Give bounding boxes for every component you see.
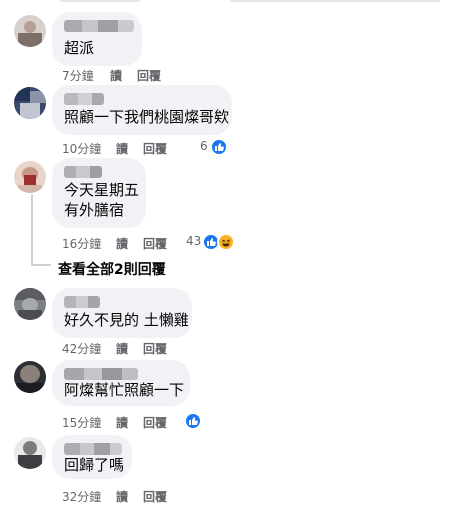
avatar[interactable]: [14, 437, 46, 469]
comment-bubble: 阿燦幫忙照顧一下: [52, 360, 190, 406]
comment-item: 阿燦幫忙照顧一下 15分鐘 讀 回覆: [0, 360, 474, 432]
haha-reaction-icon: [217, 233, 235, 251]
comment-meta: 15分鐘 讀 回覆: [62, 414, 187, 430]
comment-meta: 7分鐘 讀 回覆: [62, 67, 182, 83]
comment-text: 超派: [64, 39, 95, 57]
timestamp[interactable]: 15分鐘: [62, 414, 101, 431]
like-button[interactable]: 讀: [116, 140, 128, 157]
author-name-blurred[interactable]: [64, 368, 138, 380]
reply-button[interactable]: 回覆: [143, 340, 167, 357]
timestamp[interactable]: 42分鐘: [62, 340, 101, 357]
comment-meta: 16分鐘 讀 回覆: [62, 235, 187, 251]
avatar[interactable]: [14, 361, 46, 393]
comment-bubble: 回歸了嗎: [52, 435, 132, 479]
comment-bubble: 今天星期五 有外膳宿: [52, 158, 146, 228]
reply-button[interactable]: 回覆: [143, 414, 167, 431]
reaction-count: 6: [200, 139, 208, 153]
comment-bubble: 照顧一下我們桃園燦哥欸: [52, 85, 232, 135]
timestamp[interactable]: 32分鐘: [62, 488, 101, 505]
reaction-summary[interactable]: 43: [186, 233, 242, 251]
reaction-summary[interactable]: [184, 412, 204, 430]
reply-button[interactable]: 回覆: [143, 235, 167, 252]
view-all-replies-link[interactable]: 查看全部2則回覆: [58, 259, 166, 279]
avatar[interactable]: [14, 161, 46, 193]
comment-text: 照顧一下我們桃園燦哥欸: [64, 108, 230, 126]
comment-item: 好久不見的 土懶雞 42分鐘 讀 回覆: [0, 287, 474, 357]
author-name-blurred[interactable]: [64, 93, 104, 105]
timestamp[interactable]: 10分鐘: [62, 140, 101, 157]
like-button[interactable]: 讀: [116, 414, 128, 431]
reply-thread-branch: [31, 264, 51, 266]
avatar[interactable]: [14, 87, 46, 119]
reply-button[interactable]: 回覆: [143, 140, 167, 157]
like-button[interactable]: 讀: [116, 235, 128, 252]
comment-item: 照顧一下我們桃園燦哥欸 10分鐘 讀 回覆 6: [0, 85, 474, 160]
comment-text-line1: 今天星期五: [64, 181, 140, 199]
comment-meta: 32分鐘 讀 回覆: [62, 488, 187, 504]
reply-button[interactable]: 回覆: [143, 488, 167, 505]
author-name-blurred[interactable]: [64, 166, 102, 178]
author-name-blurred[interactable]: [64, 443, 122, 455]
like-reaction-icon: [210, 138, 228, 156]
top-divider: [0, 0, 474, 6]
comment-item: 今天星期五 有外膳宿 16分鐘 讀 回覆 43 查看全部2則回覆: [0, 158, 474, 283]
avatar[interactable]: [14, 288, 46, 320]
comment-text: 好久不見的 土懶雞: [64, 311, 189, 329]
comment-meta: 42分鐘 讀 回覆: [62, 340, 187, 356]
comment-item: 回歸了嗎 32分鐘 讀 回覆: [0, 435, 474, 512]
comment-text: 回歸了嗎: [64, 456, 125, 474]
like-button[interactable]: 讀: [110, 67, 122, 84]
author-name-blurred[interactable]: [64, 296, 100, 308]
author-name-blurred[interactable]: [64, 20, 134, 32]
comment-meta: 10分鐘 讀 回覆: [62, 140, 187, 156]
like-reaction-icon: [184, 412, 202, 430]
timestamp[interactable]: 16分鐘: [62, 235, 101, 252]
comment-text-line2: 有外膳宿: [64, 201, 125, 219]
like-button[interactable]: 讀: [116, 340, 128, 357]
reaction-count: 43: [186, 234, 202, 248]
timestamp[interactable]: 7分鐘: [62, 67, 94, 84]
like-button[interactable]: 讀: [116, 488, 128, 505]
comment-item: 超派 7分鐘 讀 回覆: [0, 10, 474, 85]
reply-thread-line: [31, 194, 33, 266]
avatar[interactable]: [14, 15, 46, 47]
comment-text: 阿燦幫忙照顧一下: [64, 381, 185, 399]
reaction-summary[interactable]: 6: [198, 138, 230, 156]
reply-button[interactable]: 回覆: [137, 67, 161, 84]
comment-bubble: 超派: [52, 12, 142, 66]
comment-bubble: 好久不見的 土懶雞: [52, 288, 192, 338]
